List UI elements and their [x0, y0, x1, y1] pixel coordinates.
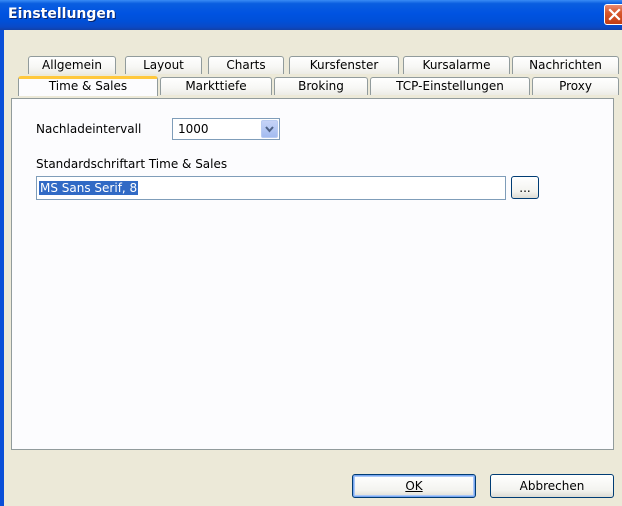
font-browse-button[interactable]: ...	[511, 176, 539, 199]
cancel-button[interactable]: Abbrechen	[490, 474, 614, 498]
close-button[interactable]	[604, 4, 622, 25]
reload-interval-value: 1000	[178, 122, 209, 136]
tab-kursalarme[interactable]: Kursalarme	[403, 56, 510, 74]
reload-interval-label: Nachladeintervall	[36, 122, 142, 136]
ok-button-label: OK	[405, 479, 423, 493]
font-input[interactable]: MS Sans Serif, 8	[36, 176, 506, 200]
ok-button[interactable]: OK	[352, 474, 476, 498]
font-input-value: MS Sans Serif, 8	[39, 181, 139, 195]
chevron-down-icon	[265, 126, 274, 133]
tab-nachrichten[interactable]: Nachrichten	[512, 56, 619, 74]
tab-markttiefe[interactable]: Markttiefe	[160, 77, 272, 95]
tab-broking[interactable]: Broking	[274, 77, 368, 95]
tab-layout[interactable]: Layout	[125, 56, 202, 74]
window-title: Einstellungen	[8, 6, 116, 22]
tab-proxy[interactable]: Proxy	[532, 77, 619, 95]
close-icon	[608, 8, 621, 21]
reload-interval-dropdown-button[interactable]	[261, 120, 278, 138]
font-label: Standardschriftart Time & Sales	[36, 157, 228, 171]
title-bar: Einstellungen	[0, 0, 622, 30]
reload-interval-select[interactable]: 1000	[172, 118, 280, 140]
tab-time-and-sales[interactable]: Time & Sales	[18, 76, 158, 96]
tab-tcp-einstellungen[interactable]: TCP-Einstellungen	[370, 77, 530, 95]
tab-allgemein[interactable]: Allgemein	[28, 56, 116, 74]
tab-kursfenster[interactable]: Kursfenster	[289, 56, 399, 74]
tab-panel	[11, 98, 614, 450]
tab-charts[interactable]: Charts	[208, 56, 284, 74]
